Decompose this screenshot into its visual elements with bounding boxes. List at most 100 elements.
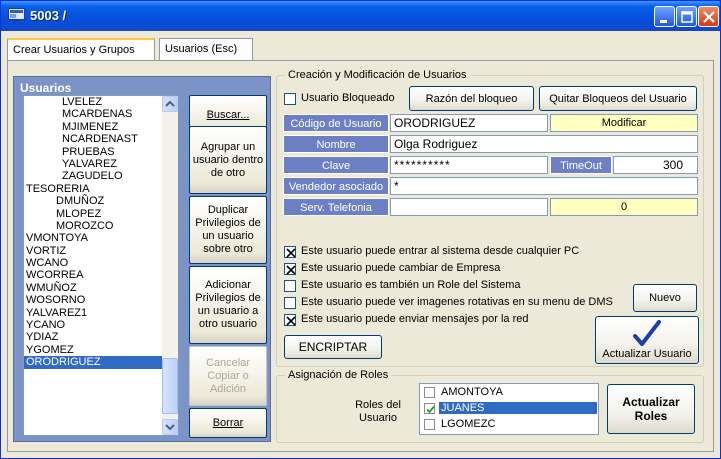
- roles-group-legend: Asignación de Roles: [285, 369, 392, 381]
- user-list-item[interactable]: DMUÑOZ: [24, 195, 163, 207]
- actualizar-roles-button[interactable]: Actualizar Roles: [607, 384, 695, 434]
- tab-crear-usuarios[interactable]: Crear Usuarios y Grupos: [7, 38, 155, 61]
- user-list-item[interactable]: PRUEBAS: [24, 146, 163, 158]
- user-list-item[interactable]: YGOMEZ: [24, 344, 163, 356]
- codigo-usuario-label: Código de Usuario: [283, 114, 389, 132]
- timeout-label: TimeOut: [550, 156, 612, 174]
- option-checkbox[interactable]: [284, 297, 296, 309]
- actualizar-usuario-button[interactable]: Actualizar Usuario: [595, 316, 699, 364]
- user-list-item[interactable]: ZAGUDELO: [24, 170, 163, 182]
- scroll-down-button[interactable]: [162, 419, 178, 435]
- modificar-indicator: Modificar: [550, 114, 698, 132]
- user-list-item[interactable]: VMONTOYA: [24, 232, 163, 244]
- duplicar-button-label: Duplicar Privilegios de un usuario sobre…: [195, 204, 261, 255]
- users-panel-header: Usuarios: [20, 81, 72, 95]
- user-list-item[interactable]: YDIAZ: [24, 331, 163, 343]
- usuario-bloqueado-label: Usuario Bloqueado: [301, 92, 395, 104]
- user-list-item[interactable]: ORODRIGUEZ: [24, 356, 163, 369]
- roles-list[interactable]: AMONTOYA JUANES LGOMEZC: [419, 383, 599, 435]
- nombre-label: Nombre: [283, 135, 389, 153]
- checkmark-icon: [633, 320, 661, 346]
- vendedor-asociado-field[interactable]: *: [390, 177, 698, 195]
- encriptar-button[interactable]: ENCRIPTAR: [284, 335, 382, 359]
- option-checkbox[interactable]: [284, 280, 296, 292]
- agrupar-button[interactable]: Agrupar un usuario dentro de otro: [189, 126, 267, 194]
- users-list-scrollbar[interactable]: [162, 96, 178, 435]
- razon-bloqueo-button[interactable]: Razón del bloqueo: [409, 86, 534, 111]
- maximize-button[interactable]: [676, 6, 697, 27]
- user-list-item[interactable]: WOSORNO: [24, 294, 163, 306]
- option-label: Este usuario puede entrar al sistema des…: [301, 245, 580, 257]
- user-list-item[interactable]: MOROZCO: [24, 220, 163, 232]
- roles-label: Roles del Usuario: [355, 399, 401, 424]
- razon-bloqueo-button-label: Razón del bloqueo: [425, 92, 518, 105]
- user-list-item[interactable]: WMUÑOZ: [24, 282, 163, 294]
- user-list-item[interactable]: WCORREA: [24, 269, 163, 281]
- nuevo-button-label: Nuevo: [649, 292, 681, 304]
- user-list-item[interactable]: TESORERIA: [24, 183, 163, 195]
- user-list-item[interactable]: YCANO: [24, 319, 163, 331]
- tab-usuarios-esc[interactable]: Usuarios (Esc): [159, 38, 253, 60]
- cancelar-button-label: Cancelar Copiar o Adición: [205, 356, 251, 395]
- serv-telefonia-label: Serv. Telefonia: [283, 198, 389, 216]
- nuevo-button[interactable]: Nuevo: [633, 284, 697, 312]
- adicionar-button[interactable]: Adicionar Privilegios de un usuario a ot…: [189, 266, 267, 344]
- option-label: Este usuario puede enviar mensajes por l…: [301, 313, 529, 325]
- option-checkbox[interactable]: [284, 246, 296, 258]
- role-item[interactable]: JUANES: [420, 401, 598, 417]
- creation-group-legend: Creación y Modificación de Usuarios: [285, 69, 470, 81]
- window-title: 5003 /: [30, 8, 67, 23]
- role-name: JUANES: [439, 402, 597, 414]
- role-item[interactable]: LGOMEZC: [420, 417, 598, 433]
- role-checkbox[interactable]: [424, 387, 435, 398]
- usuario-bloqueado-checkbox[interactable]: [284, 93, 296, 105]
- users-panel: Usuarios LVELEZ MCARDENAS MJIMENEZ NCARDENA…: [13, 76, 271, 442]
- clave-label: Clave: [283, 156, 389, 174]
- role-checkbox[interactable]: [424, 403, 435, 414]
- role-checkbox[interactable]: [424, 419, 435, 430]
- users-list[interactable]: LVELEZ MCARDENAS MJIMENEZ NCARDENAST PRUEBAS…: [23, 95, 179, 436]
- clave-field[interactable]: **********: [390, 156, 548, 174]
- codigo-usuario-field[interactable]: ORODRIGUEZ: [390, 114, 548, 132]
- role-name: AMONTOYA: [441, 386, 503, 398]
- telefonia-extra-field[interactable]: 0: [550, 198, 698, 216]
- nombre-field[interactable]: Olga Rodriguez: [390, 135, 698, 153]
- encriptar-button-label: ENCRIPTAR: [298, 340, 368, 354]
- role-name: LGOMEZC: [441, 418, 496, 430]
- scroll-thumb[interactable]: [162, 358, 178, 414]
- actualizar-roles-button-label: Actualizar Roles: [622, 395, 680, 423]
- title-bar[interactable]: 5003 /: [1, 1, 720, 31]
- user-list-item[interactable]: MCARDENAS: [24, 108, 163, 120]
- user-list-item[interactable]: LVELEZ: [24, 96, 163, 108]
- duplicar-button[interactable]: Duplicar Privilegios de un usuario sobre…: [189, 196, 267, 264]
- quitar-bloqueos-button[interactable]: Quitar Bloqueos del Usuario: [539, 86, 697, 111]
- buscar-button-label: Buscar...: [206, 108, 250, 121]
- timeout-field[interactable]: 300: [613, 156, 698, 174]
- minimize-button[interactable]: [654, 6, 675, 27]
- close-button[interactable]: [698, 6, 719, 27]
- main-window: 5003 / Crear Usuarios y Grupos Usuarios …: [0, 0, 721, 459]
- cancelar-button[interactable]: Cancelar Copiar o Adición: [189, 346, 267, 406]
- adicionar-button-label: Adicionar Privilegios de un usuario a ot…: [195, 279, 261, 330]
- option-label: Este usuario es también un Role del Sist…: [301, 279, 521, 291]
- actualizar-usuario-button-label: Actualizar Usuario: [602, 348, 692, 360]
- option-label: Este usuario puede cambiar de Empresa: [301, 262, 501, 274]
- user-list-item[interactable]: MJIMENEZ: [24, 121, 163, 133]
- users-list-items: LVELEZ MCARDENAS MJIMENEZ NCARDENAST PRUEBAS…: [24, 96, 163, 369]
- borrar-button[interactable]: Borrar: [189, 408, 267, 438]
- app-window-icon: [8, 8, 25, 22]
- user-list-item[interactable]: WCANO: [24, 257, 163, 269]
- option-checkbox[interactable]: [284, 314, 296, 326]
- scroll-up-button[interactable]: [162, 96, 178, 112]
- serv-telefonia-field[interactable]: [390, 198, 548, 216]
- vendedor-asociado-label: Vendedor asociado: [283, 177, 389, 195]
- user-list-item[interactable]: NCARDENAST: [24, 133, 163, 145]
- option-checkbox[interactable]: [284, 263, 296, 275]
- role-item[interactable]: AMONTOYA: [420, 385, 598, 401]
- user-list-item[interactable]: VORTIZ: [24, 245, 163, 257]
- borrar-button-label: Borrar: [212, 416, 244, 429]
- user-list-item[interactable]: MLOPEZ: [24, 208, 163, 220]
- quitar-bloqueos-button-label: Quitar Bloqueos del Usuario: [549, 92, 687, 105]
- user-list-item[interactable]: YALVAREZ1: [24, 307, 163, 319]
- user-list-item[interactable]: YALVAREZ: [24, 158, 163, 170]
